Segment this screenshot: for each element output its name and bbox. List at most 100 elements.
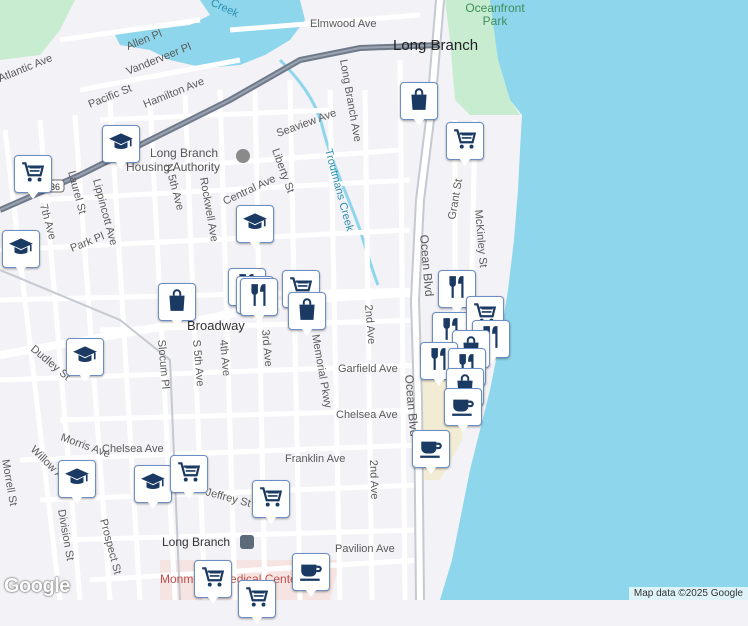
pin-tail [459, 158, 471, 166]
label-slocum-pl: Slocum Pl [155, 339, 171, 389]
school-icon [64, 464, 90, 495]
pin-box [14, 155, 52, 193]
pin-tail [457, 424, 469, 432]
pin-box [170, 455, 208, 493]
pin-box [292, 553, 330, 591]
coffee-icon [450, 392, 476, 423]
cart-pin[interactable] [252, 480, 290, 526]
school-pin[interactable] [134, 465, 172, 511]
pin-tail [305, 589, 317, 597]
label-elmwood-ave: Elmwood Ave [310, 18, 376, 30]
cart-icon [244, 584, 270, 615]
pin-box [236, 205, 274, 243]
label-chelsea-ave: Chelsea Ave [336, 409, 398, 421]
label-creek: Troutmans Creek [322, 148, 356, 233]
cart-icon [258, 484, 284, 515]
school-icon [8, 234, 34, 265]
pin-box [412, 430, 450, 468]
bag-pin[interactable] [158, 283, 196, 329]
school-pin[interactable] [102, 125, 140, 171]
cart-pin[interactable] [14, 155, 52, 201]
pin-tail [71, 496, 83, 504]
school-pin[interactable] [66, 338, 104, 384]
label-garfield-ave: Garfield Ave [338, 363, 398, 375]
coffee-pin[interactable] [292, 553, 330, 599]
map-attribution: Map data ©2025 Google [628, 587, 748, 600]
cart-icon [452, 126, 478, 157]
cart-pin[interactable] [194, 560, 232, 606]
map-canvas[interactable]: Elmwood Ave Allen Pl Vanderveer Pl Hamil… [0, 0, 748, 600]
pin-box [240, 278, 278, 316]
pin-box [238, 580, 276, 618]
label-memorial-pkwy: Memorial Pkwy [309, 333, 334, 409]
pin-tail [115, 161, 127, 169]
label-s-5th-ave: S 5th Ave [190, 339, 206, 387]
restaurant-icon [246, 282, 272, 313]
pin-box [400, 82, 438, 120]
pin-tail [27, 191, 39, 199]
housing-icon [236, 149, 250, 163]
train-icon [240, 535, 254, 549]
label-franklin-ave: Franklin Ave [285, 453, 345, 465]
pin-box [194, 560, 232, 598]
google-logo: Google [4, 575, 70, 597]
pin-tail [147, 501, 159, 509]
pin-box [58, 460, 96, 498]
pin-box [2, 230, 40, 268]
pin-box [66, 338, 104, 376]
bag-pin[interactable] [288, 292, 326, 338]
school-icon [72, 342, 98, 373]
pin-tail [433, 378, 445, 386]
school-icon [140, 469, 166, 500]
pin-box [288, 292, 326, 330]
pin-tail [249, 241, 261, 249]
cart-icon [200, 564, 226, 595]
pin-tail [251, 616, 263, 624]
label-prospect-st: Prospect St [97, 518, 123, 576]
bag-icon [406, 86, 432, 117]
school-icon [242, 209, 268, 240]
restaurant-pin[interactable] [240, 278, 278, 324]
school-pin[interactable] [58, 460, 96, 506]
bag-icon [294, 296, 320, 327]
pin-tail [183, 491, 195, 499]
label-hamilton-ave: Hamilton Ave [142, 75, 206, 110]
label-city: Long Branch [393, 37, 478, 54]
pin-box [102, 125, 140, 163]
pin-box [444, 388, 482, 426]
label-morrell-st: Morrell St [0, 458, 19, 506]
pin-tail [15, 266, 27, 274]
pin-tail [413, 118, 425, 126]
bag-pin[interactable] [400, 82, 438, 128]
label-2nd-ave-south: 2nd Ave [367, 460, 380, 500]
label-2nd-ave: 2nd Ave [362, 304, 377, 344]
cart-pin[interactable] [446, 122, 484, 168]
label-long-branch-ave: Long Branch Ave [337, 58, 363, 142]
label-pavilion-ave: Pavilion Ave [335, 543, 395, 555]
label-housing: Long Branch Housing Authority [126, 146, 220, 174]
label-laurel-st: Laurel St [65, 170, 88, 216]
school-pin[interactable] [236, 205, 274, 251]
bag-icon [164, 287, 190, 318]
pin-box [252, 480, 290, 518]
cart-icon [20, 159, 46, 190]
coffee-pin[interactable] [412, 430, 450, 476]
school-icon [108, 129, 134, 160]
label-7th-ave: 7th Ave [37, 203, 58, 241]
pin-tail [171, 319, 183, 327]
coffee-pin[interactable] [444, 388, 482, 434]
coffee-icon [298, 557, 324, 588]
pin-tail [207, 596, 219, 604]
cart-pin[interactable] [170, 455, 208, 501]
pin-tail [301, 328, 313, 336]
cart-icon [176, 459, 202, 490]
pin-tail [253, 314, 265, 322]
pin-tail [79, 374, 91, 382]
pin-box [446, 122, 484, 160]
coffee-icon [418, 434, 444, 465]
pin-box [134, 465, 172, 503]
cart-pin[interactable] [238, 580, 276, 626]
school-pin[interactable] [2, 230, 40, 276]
pin-tail [265, 516, 277, 524]
label-rockwell-ave: Rockwell Ave [197, 176, 220, 242]
